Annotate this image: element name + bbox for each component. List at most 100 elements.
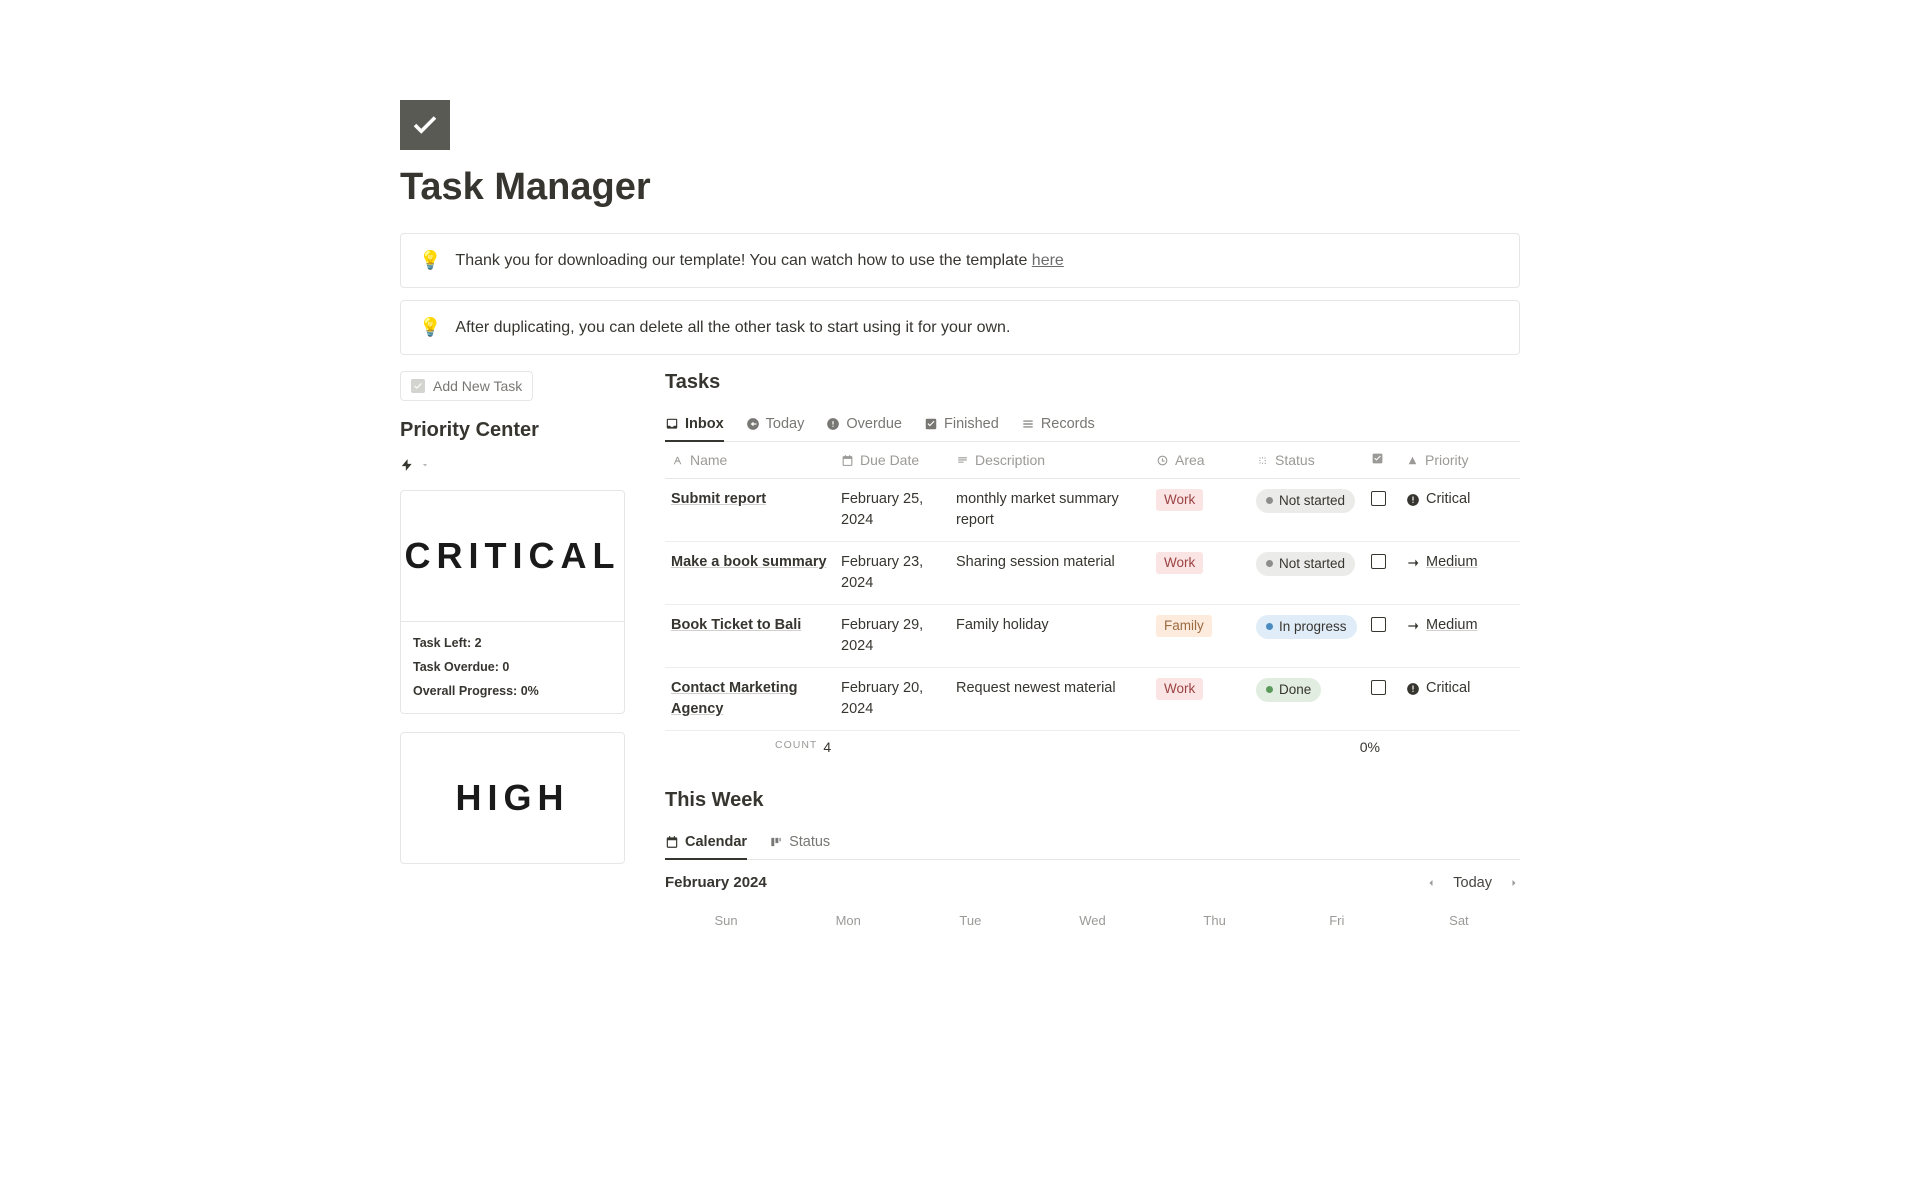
tasks-tabs: Inbox Today Overdue Finished Records [665, 408, 1520, 442]
checkbox[interactable] [1371, 491, 1386, 506]
add-new-task-button[interactable]: Add New Task [400, 371, 533, 401]
calendar-month: February 2024 [665, 874, 767, 891]
cell-due: February 25, 2024 [835, 479, 950, 541]
lines-icon [956, 454, 969, 467]
records-icon [1021, 417, 1035, 431]
calendar-day-header: Wed [1031, 909, 1153, 932]
callout-1-text: Thank you for downloading our template! … [455, 252, 1031, 269]
cell-status: Done [1250, 668, 1365, 712]
table-row[interactable]: Book Ticket to BaliFebruary 29, 2024Fami… [665, 605, 1520, 668]
cell-due: February 23, 2024 [835, 542, 950, 604]
cell-area: Work [1150, 668, 1250, 710]
this-week-title: This Week [665, 789, 1520, 812]
table-row[interactable]: Make a book summaryFebruary 23, 2024Shar… [665, 542, 1520, 605]
priority-card-label: CRITICAL [405, 535, 621, 577]
table-row[interactable]: Contact Marketing AgencyFebruary 20, 202… [665, 668, 1520, 731]
checkbox[interactable] [1371, 554, 1386, 569]
calendar-next-button[interactable] [1508, 877, 1520, 889]
tab-calendar[interactable]: Calendar [665, 826, 747, 860]
cell-name[interactable]: Contact Marketing Agency [665, 668, 835, 730]
arrow-up-icon [1406, 454, 1419, 467]
chevron-down-icon [420, 460, 430, 470]
calendar-day-header: Fri [1276, 909, 1398, 932]
cell-name[interactable]: Make a book summary [665, 542, 835, 583]
col-name[interactable]: Name [665, 442, 835, 478]
priority-card-label: HIGH [456, 777, 570, 819]
calendar-day-header: Sun [665, 909, 787, 932]
col-status[interactable]: Status [1250, 442, 1365, 478]
cell-area: Work [1150, 542, 1250, 584]
arrow-circle-icon [746, 417, 760, 431]
count-value: 4 [823, 739, 831, 755]
checkbox[interactable] [1371, 617, 1386, 632]
cell-priority: Critical [1400, 479, 1540, 520]
bulb-icon: 💡 [419, 250, 441, 271]
col-area[interactable]: Area [1150, 442, 1250, 478]
col-description[interactable]: Description [950, 442, 1150, 478]
this-week-tabs: Calendar Status [665, 826, 1520, 860]
cell-name[interactable]: Submit report [665, 479, 835, 520]
callout-1-link[interactable]: here [1032, 252, 1064, 269]
tab-inbox[interactable]: Inbox [665, 408, 724, 442]
status-icon [1256, 454, 1269, 467]
text-icon [671, 454, 684, 467]
col-priority[interactable]: Priority [1400, 442, 1540, 478]
cell-description: Family holiday [950, 605, 1150, 646]
calendar-day-header: Mon [787, 909, 909, 932]
cell-status: In progress [1250, 605, 1365, 649]
add-task-label: Add New Task [433, 378, 522, 394]
calendar-prev-button[interactable] [1425, 877, 1437, 889]
priority-filter[interactable] [400, 458, 625, 472]
tab-status[interactable]: Status [769, 826, 830, 860]
calendar-day-header: Tue [909, 909, 1031, 932]
priority-task-overdue: Task Overdue: 0 [413, 656, 612, 680]
calendar-icon [841, 454, 854, 467]
page-icon[interactable] [400, 100, 450, 150]
footer-percent: 0% [1360, 739, 1380, 755]
bolt-icon [400, 458, 414, 472]
cell-description: Sharing session material [950, 542, 1150, 583]
cell-checkbox[interactable] [1365, 542, 1400, 579]
callout-2-text: After duplicating, you can delete all th… [455, 319, 1010, 337]
col-due[interactable]: Due Date [835, 442, 950, 478]
overdue-icon [826, 417, 840, 431]
cell-checkbox[interactable] [1365, 668, 1400, 705]
cell-priority: Medium [1400, 542, 1540, 583]
calendar-today-button[interactable]: Today [1453, 875, 1492, 891]
priority-progress: Overall Progress: 0% [413, 680, 612, 704]
tab-today[interactable]: Today [746, 408, 805, 442]
cell-checkbox[interactable] [1365, 605, 1400, 642]
checkbox-col-icon [1371, 452, 1384, 465]
checkbox-icon [411, 379, 425, 393]
table-header: Name Due Date Description Area Status [665, 442, 1520, 479]
priority-task-left: Task Left: 2 [413, 632, 612, 656]
check-icon [924, 417, 938, 431]
cell-area: Work [1150, 479, 1250, 521]
page-title: Task Manager [400, 166, 1520, 209]
cell-status: Not started [1250, 542, 1365, 586]
critical-icon [1406, 493, 1420, 507]
critical-icon [1406, 682, 1420, 696]
cell-priority: Medium [1400, 605, 1540, 646]
tab-records[interactable]: Records [1021, 408, 1095, 442]
table-footer: COUNT 4 0% [665, 731, 1520, 763]
priority-card-critical[interactable]: CRITICAL Task Left: 2 Task Overdue: 0 Ov… [400, 490, 625, 714]
cell-checkbox[interactable] [1365, 479, 1400, 516]
cell-description: Request newest material [950, 668, 1150, 709]
cell-name[interactable]: Book Ticket to Bali [665, 605, 835, 646]
cell-description: monthly market summary report [950, 479, 1150, 541]
tab-finished[interactable]: Finished [924, 408, 999, 442]
priority-center-title: Priority Center [400, 419, 625, 442]
cell-area: Family [1150, 605, 1250, 647]
calendar-day-header: Sat [1398, 909, 1520, 932]
cell-priority: Critical [1400, 668, 1540, 709]
cell-due: February 29, 2024 [835, 605, 950, 667]
checkbox[interactable] [1371, 680, 1386, 695]
bulb-icon: 💡 [419, 317, 441, 338]
medium-icon [1406, 619, 1420, 633]
count-label: COUNT [775, 739, 817, 755]
priority-card-high[interactable]: HIGH [400, 732, 625, 864]
tab-overdue[interactable]: Overdue [826, 408, 902, 442]
col-checkbox[interactable] [1365, 442, 1400, 475]
table-row[interactable]: Submit reportFebruary 25, 2024monthly ma… [665, 479, 1520, 542]
